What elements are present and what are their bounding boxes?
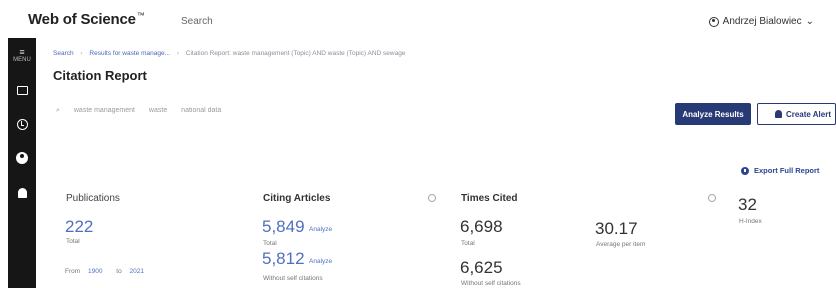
citing-without-self-analyze-link[interactable]: Analyze: [309, 258, 332, 265]
page-title: Citation Report: [53, 68, 147, 83]
search-icon: ⌕: [56, 107, 60, 114]
breadcrumb-separator: ›: [176, 50, 179, 57]
times-cited-total-label: Total: [461, 240, 475, 247]
times-cited-without-self-label: Without self citations: [461, 280, 521, 287]
info-icon[interactable]: [708, 194, 716, 202]
alerts-button[interactable]: [8, 183, 36, 203]
brand-logo[interactable]: Web of Science™: [28, 11, 145, 28]
folder-icon: [16, 85, 28, 95]
citing-total-label: Total: [263, 240, 277, 247]
bell-icon: [17, 188, 27, 198]
breadcrumb: Search › Results for waste manage... › C…: [53, 50, 405, 57]
export-label: Export Full Report: [754, 166, 820, 175]
left-rail: ≡ MENU: [8, 38, 36, 288]
bell-icon: [774, 110, 782, 118]
query-term: national data: [181, 107, 222, 114]
to-year[interactable]: 2021: [130, 268, 144, 275]
chevron-down-icon: ⌄: [805, 16, 814, 27]
query-summary: ⌕ waste management waste national data: [56, 107, 233, 115]
h-index-value: 32: [738, 195, 757, 214]
menu-label: MENU: [13, 56, 31, 63]
year-range: From 1900 to 2021: [65, 268, 156, 275]
history-button[interactable]: [8, 114, 36, 134]
export-full-report-link[interactable]: Export Full Report: [741, 166, 819, 175]
times-cited-heading: Times Cited: [461, 193, 518, 204]
citing-without-self[interactable]: 5,812: [262, 249, 305, 269]
publications-total[interactable]: 222: [65, 217, 93, 237]
history-icon: [16, 118, 28, 130]
citing-analyze-link[interactable]: Analyze: [309, 226, 332, 233]
breadcrumb-current: Citation Report: waste management (Topic…: [185, 50, 406, 57]
top-search-link[interactable]: Search: [181, 16, 213, 27]
query-term: waste management: [73, 107, 135, 114]
times-cited-without-self: 6,625: [460, 258, 503, 277]
top-bar: Web of Science™ Search Andrzej Bialowiec…: [0, 0, 836, 38]
download-icon: [741, 166, 749, 175]
saved-lists-button[interactable]: [8, 80, 36, 100]
average-per-item: 30.17: [595, 219, 638, 238]
analyze-results-button[interactable]: Analyze Results: [675, 103, 751, 125]
user-icon: [708, 16, 719, 27]
user-icon: [16, 152, 28, 164]
query-term: waste: [148, 107, 168, 114]
info-icon[interactable]: [428, 194, 436, 202]
profile-button[interactable]: [8, 148, 36, 168]
average-per-item-label: Average per item: [596, 241, 646, 248]
from-year[interactable]: 1900: [88, 268, 102, 275]
h-index-label: H-Index: [739, 218, 762, 225]
menu-button[interactable]: ≡ MENU: [8, 44, 36, 66]
user-name: Andrzej Bialowiec: [722, 16, 802, 27]
from-label: From: [65, 268, 81, 275]
user-menu[interactable]: Andrzej Bialowiec ⌄: [708, 16, 814, 27]
breadcrumb-results[interactable]: Results for waste manage...: [89, 50, 170, 57]
publications-total-label: Total: [66, 238, 80, 245]
breadcrumb-separator: ›: [80, 50, 83, 57]
citing-without-self-label: Without self citations: [263, 275, 323, 282]
menu-icon: ≡: [19, 46, 25, 57]
citing-articles-heading: Citing Articles: [263, 193, 331, 204]
times-cited-total: 6,698: [460, 217, 503, 236]
create-alert-button[interactable]: Create Alert: [757, 103, 836, 125]
citing-total[interactable]: 5,849: [262, 217, 305, 237]
publications-heading: Publications: [66, 193, 120, 204]
to-label: to: [116, 268, 122, 275]
breadcrumb-search[interactable]: Search: [53, 50, 74, 57]
create-alert-label: Create Alert: [785, 109, 831, 119]
